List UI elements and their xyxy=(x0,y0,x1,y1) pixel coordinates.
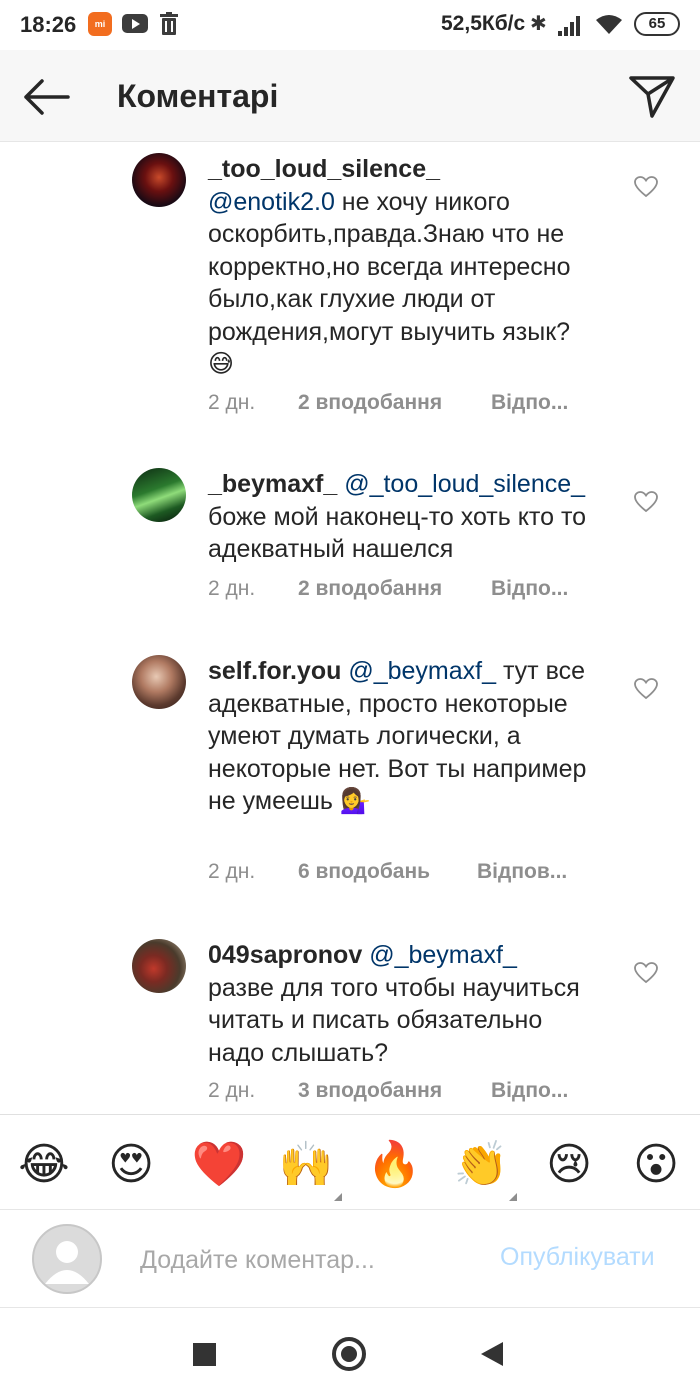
reply-button[interactable]: Відпо... xyxy=(491,577,573,601)
comment-mention[interactable]: @_beymaxf_ xyxy=(348,657,496,685)
comment-text: _too_loud_silence_ @enotik2.0 не хочу ни… xyxy=(208,153,588,381)
back-arrow-icon[interactable] xyxy=(20,74,72,120)
comment-mention[interactable]: @enotik2.0 xyxy=(208,188,335,216)
reply-button[interactable]: Відпо... xyxy=(491,1079,573,1103)
wifi-icon xyxy=(596,15,622,34)
emoji-surprised-button[interactable]: 😮 xyxy=(628,1137,684,1193)
comment-text: _beymaxf_ @_too_loud_silence_ боже мой н… xyxy=(208,468,588,566)
emoji-heart-eyes-button[interactable]: 😍 xyxy=(103,1137,159,1193)
bluetooth-icon: ✱ xyxy=(530,13,547,35)
reply-button[interactable]: Відпо... xyxy=(491,391,573,415)
avatar[interactable] xyxy=(132,468,186,522)
battery-icon: 65 xyxy=(634,12,680,36)
emoji-fire-button[interactable]: 🔥 xyxy=(366,1137,422,1193)
comment-username[interactable]: self.for.you xyxy=(208,657,341,685)
comment-time: 2 дн. xyxy=(208,1079,256,1102)
cell-signal-icon xyxy=(558,16,580,36)
comment-likes[interactable]: 2 вподобання xyxy=(298,391,442,415)
comment-input[interactable] xyxy=(140,1240,470,1280)
emoji-bar: 😂 😍 ❤️ 🙌 🔥 👏 😢 😮 xyxy=(0,1114,700,1210)
emoji-raised-hands-button[interactable]: 🙌 xyxy=(278,1137,342,1201)
home-icon[interactable] xyxy=(332,1337,366,1371)
comments-list[interactable]: _too_loud_silence_ @enotik2.0 не хочу ни… xyxy=(0,142,700,1112)
emoji-glyph: 🙌 xyxy=(278,1140,334,1189)
emoji-red-heart-button[interactable]: ❤️ xyxy=(191,1137,247,1193)
comment-username[interactable]: _too_loud_silence_ xyxy=(208,155,440,183)
comment-mention[interactable]: @_beymaxf_ xyxy=(369,941,517,969)
trash-icon xyxy=(160,12,178,35)
emoji-crying-button[interactable]: 😢 xyxy=(541,1137,597,1193)
like-heart-icon[interactable] xyxy=(634,176,658,198)
mi-app-icon: mi xyxy=(88,12,112,36)
skin-tone-indicator-icon xyxy=(509,1193,517,1201)
like-heart-icon[interactable] xyxy=(634,962,658,984)
youtube-icon xyxy=(122,14,148,33)
reply-button[interactable]: Відпов... xyxy=(477,860,573,884)
comment-text: self.for.you @_beymaxf_ тут все адекватн… xyxy=(208,655,588,818)
like-heart-icon[interactable] xyxy=(634,491,658,513)
comment-meta: 2 дн. 2 вподобання Відпо... xyxy=(208,391,588,421)
app-header: Коментарі xyxy=(0,50,700,142)
comment-likes[interactable]: 2 вподобання xyxy=(298,577,442,601)
avatar xyxy=(32,1224,102,1294)
comment-composer: Опублікувати xyxy=(0,1210,700,1308)
emoji-clap-button[interactable]: 👏 xyxy=(453,1137,517,1201)
default-user-icon xyxy=(45,1241,89,1284)
comment-mention[interactable]: @_too_loud_silence_ xyxy=(344,470,585,498)
comment-text: 049sapronov @_beymaxf_ разве для того чт… xyxy=(208,939,588,1069)
comment-likes[interactable]: 3 вподобання xyxy=(298,1079,442,1103)
comment-body: боже мой наконец-то хоть кто то адекватн… xyxy=(208,502,587,564)
comment-meta: 2 дн. 2 вподобання Відпо... xyxy=(208,577,588,607)
avatar[interactable] xyxy=(132,655,186,709)
system-nav-bar xyxy=(0,1308,700,1400)
comment-time: 2 дн. xyxy=(208,860,256,883)
avatar[interactable] xyxy=(132,153,186,207)
recent-apps-icon[interactable] xyxy=(193,1343,216,1366)
emoji-joy-button[interactable]: 😂 xyxy=(16,1137,72,1193)
status-time: 18:26 xyxy=(20,12,77,37)
comment-username[interactable]: _beymaxf_ xyxy=(208,470,337,498)
status-bar: 18:26 mi 52,5Кб/с ✱ 65 xyxy=(0,0,700,50)
comment-meta: 2 дн. 6 вподобань Відпов... xyxy=(208,860,588,890)
comment-likes[interactable]: 6 вподобань xyxy=(298,860,430,884)
avatar[interactable] xyxy=(132,939,186,993)
page-title: Коментарі xyxy=(117,78,279,114)
comment-meta: 2 дн. 3 вподобання Відпо... xyxy=(208,1079,588,1109)
comment-time: 2 дн. xyxy=(208,577,256,600)
publish-button[interactable]: Опублікувати xyxy=(500,1243,655,1272)
like-heart-icon[interactable] xyxy=(634,678,658,700)
comment-time: 2 дн. xyxy=(208,391,256,414)
skin-tone-indicator-icon xyxy=(334,1193,342,1201)
network-speed: 52,5Кб/с xyxy=(441,12,526,35)
direct-send-icon[interactable] xyxy=(626,72,678,120)
emoji-glyph: 👏 xyxy=(453,1140,509,1189)
comment-body: разве для того чтобы научиться читать и … xyxy=(208,973,580,1067)
comment-body: не хочу никого оскорбить,правда.Знаю что… xyxy=(208,187,571,379)
back-triangle-icon[interactable] xyxy=(481,1342,503,1366)
comment-username[interactable]: 049sapronov xyxy=(208,941,362,969)
